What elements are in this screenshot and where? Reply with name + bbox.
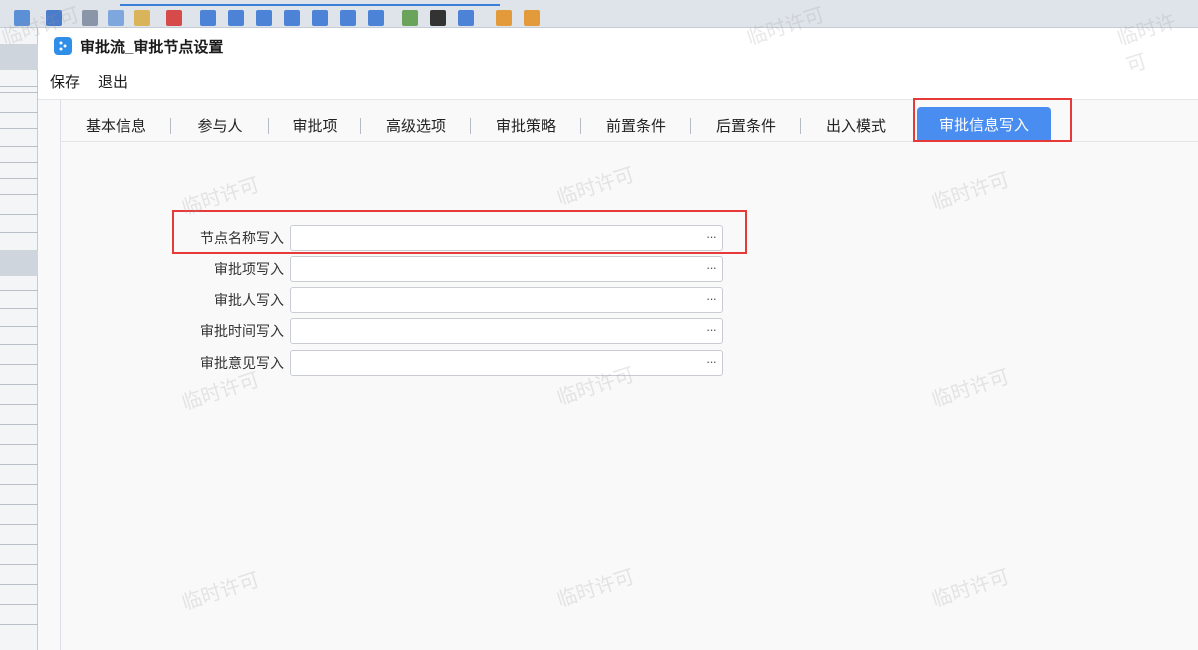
node-name-write-label: 节点名称写入 (200, 230, 284, 246)
tab-advanced-options[interactable]: 高级选项 (361, 109, 471, 141)
align-left-icon[interactable] (200, 10, 216, 26)
image-icon[interactable] (402, 10, 418, 26)
align-center-icon[interactable] (228, 10, 244, 26)
redo-icon[interactable] (46, 10, 62, 26)
approval-opinion-browse-button[interactable]: ··· (706, 354, 717, 369)
tab-basic-info[interactable]: 基本信息 (61, 109, 171, 141)
align-middle-icon[interactable] (312, 10, 328, 26)
tab-strip: 基本信息 参与人 审批项 高级选项 审批策略 前置条件 后置条件 出入模式 审批… (61, 107, 1198, 142)
exit-menu-item[interactable]: 退出 (98, 71, 128, 92)
approval-node-settings-dialog: 审批流_审批节点设置 保存 退出 基本信息 参与人 审批项 高级选项 审批策略 … (38, 28, 1198, 650)
app-logo-icon (54, 37, 72, 55)
approval-item-browse-button[interactable]: ··· (706, 260, 717, 275)
tab-approval-items[interactable]: 审批项 (269, 109, 361, 141)
save-menu-item[interactable]: 保存 (50, 71, 80, 92)
approval-item-write-label: 审批项写入 (214, 261, 284, 277)
tab-in-out-mode[interactable]: 出入模式 (801, 109, 911, 141)
form-row-approval-time: 审批时间写入 ··· (61, 318, 723, 344)
approval-opinion-write-input[interactable]: ··· (290, 350, 723, 376)
form-row-node-name: 节点名称写入 ··· (61, 225, 723, 251)
layers-icon[interactable] (458, 10, 474, 26)
approval-opinion-write-label: 审批意见写入 (200, 355, 284, 371)
approver-write-label: 审批人写入 (214, 292, 284, 308)
approval-item-write-input[interactable]: ··· (290, 256, 723, 282)
dialog-content: 基本信息 参与人 审批项 高级选项 审批策略 前置条件 后置条件 出入模式 审批… (60, 98, 1198, 650)
paste-icon[interactable] (134, 10, 150, 26)
node-name-browse-button[interactable]: ··· (706, 229, 717, 244)
undo-icon[interactable] (14, 10, 30, 26)
settings-icon[interactable] (430, 10, 446, 26)
align-right-icon[interactable] (256, 10, 272, 26)
align-top-icon[interactable] (284, 10, 300, 26)
dialog-title: 审批流_审批节点设置 (80, 38, 224, 56)
background-toolbar (0, 0, 1198, 28)
background-left-panel (0, 28, 38, 650)
approval-time-write-label: 审批时间写入 (200, 323, 284, 339)
approval-time-browse-button[interactable]: ··· (706, 322, 717, 337)
copy-icon[interactable] (108, 10, 124, 26)
form-row-approval-item: 审批项写入 ··· (61, 256, 723, 282)
cut-icon[interactable] (82, 10, 98, 26)
distribute-icon[interactable] (368, 10, 384, 26)
approver-write-input[interactable]: ··· (290, 287, 723, 313)
dialog-title-bar: 审批流_审批节点设置 (38, 28, 1198, 64)
tab-participants[interactable]: 参与人 (171, 109, 269, 141)
tab-approval-info-write[interactable]: 审批信息写入 (917, 107, 1051, 141)
export-icon[interactable] (496, 10, 512, 26)
form-row-approval-opinion: 审批意见写入 ··· (61, 350, 723, 376)
approver-browse-button[interactable]: ··· (706, 291, 717, 306)
align-bottom-icon[interactable] (340, 10, 356, 26)
tab-preconditions[interactable]: 前置条件 (581, 109, 691, 141)
menu-bar: 保存 退出 (38, 64, 1198, 100)
tab-approval-strategy[interactable]: 审批策略 (471, 109, 581, 141)
approval-time-write-input[interactable]: ··· (290, 318, 723, 344)
import-icon[interactable] (524, 10, 540, 26)
node-name-write-input[interactable]: ··· (290, 225, 723, 251)
form-row-approver: 审批人写入 ··· (61, 287, 723, 313)
delete-icon[interactable] (166, 10, 182, 26)
toolbar-active-indicator (120, 4, 500, 6)
tab-postconditions[interactable]: 后置条件 (691, 109, 801, 141)
